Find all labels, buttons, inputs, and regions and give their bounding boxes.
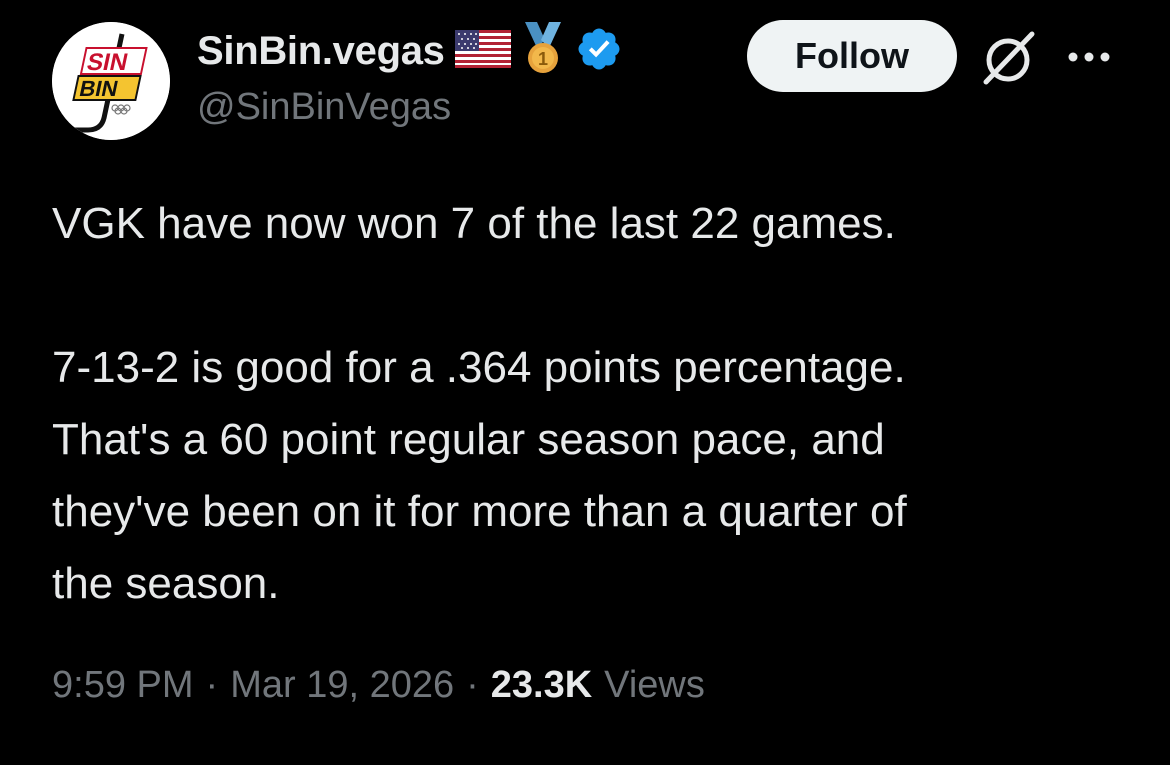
logo-text-bottom: BIN — [77, 76, 120, 101]
tweet-line: they've been on it for more than a quart… — [52, 487, 907, 536]
author-display-name[interactable]: SinBin.vegas — [197, 29, 445, 74]
views-count[interactable]: 23.3K — [491, 664, 592, 707]
logo-text-top: SIN — [85, 49, 131, 76]
tweet-date[interactable]: Mar 19, 2026 — [230, 664, 454, 707]
separator: · — [205, 664, 219, 706]
tweet-line: VGK have now won 7 of the last 22 games. — [52, 199, 896, 248]
tweet: SIN BIN SinBin.vegas 1 @SinBinVegas Foll… — [0, 0, 1170, 765]
tweet-line: the season. — [52, 559, 280, 608]
tweet-meta: 9:59 PM · Mar 19, 2026 · 23.3K Views — [52, 664, 705, 707]
tweet-line: That's a 60 point regular season pace, a… — [52, 415, 885, 464]
follow-button[interactable]: Follow — [747, 20, 957, 92]
sinbin-logo-icon: SIN BIN — [52, 22, 170, 140]
author-name-row: SinBin.vegas 1 — [197, 21, 623, 81]
medal-number: 1 — [538, 49, 548, 69]
us-flag-icon — [454, 29, 511, 73]
more-options-icon[interactable] — [1064, 40, 1114, 74]
grok-icon[interactable] — [980, 30, 1038, 86]
author-handle[interactable]: @SinBinVegas — [197, 86, 451, 129]
tweet-time[interactable]: 9:59 PM — [52, 664, 194, 707]
separator: · — [466, 664, 479, 706]
views-label: Views — [604, 664, 705, 706]
verified-badge-icon[interactable] — [575, 25, 623, 78]
gold-medal-icon: 1 — [521, 21, 565, 81]
tweet-text: VGK have now won 7 of the last 22 games.… — [52, 188, 1132, 620]
author-avatar[interactable]: SIN BIN — [52, 22, 170, 140]
tweet-line: 7-13-2 is good for a .364 points percent… — [52, 343, 906, 392]
